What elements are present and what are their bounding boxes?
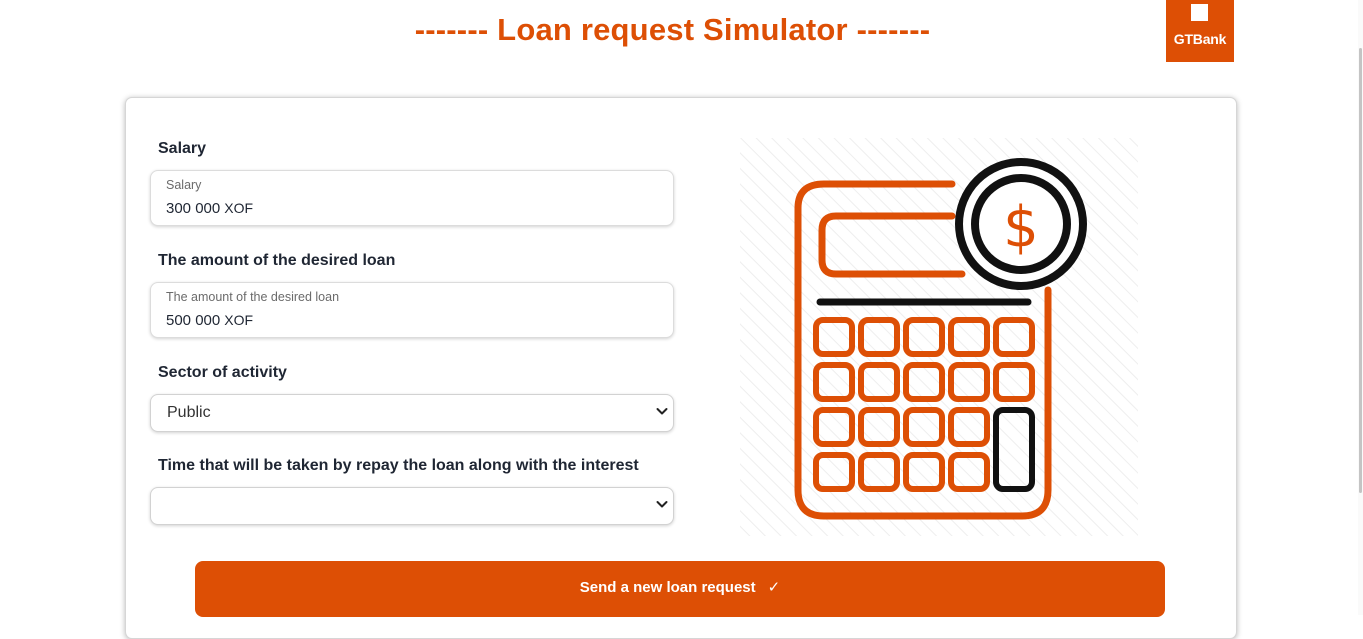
salary-amount: 300 000 [166, 200, 221, 217]
send-loan-request-button[interactable]: Send a new loan request ✓ [195, 561, 1165, 617]
sector-select[interactable]: Public [150, 394, 674, 432]
loan-amount-placeholder: The amount of the desired loan [166, 290, 340, 304]
salary-value[interactable]: 300 000 XOF [166, 200, 253, 217]
salary-label: Salary [158, 140, 207, 157]
sector-selected-value: Public [167, 404, 211, 421]
scrollbar-thumb[interactable] [1359, 48, 1362, 493]
page-title: ------- Loan request Simulator ------- [414, 12, 931, 47]
svg-text:$: $ [1003, 195, 1039, 260]
logo-text: GTBank [1173, 31, 1227, 47]
salary-currency: XOF [224, 200, 254, 216]
loan-form-card: Salary Salary 300 000 XOF The amount of t… [125, 97, 1237, 639]
salary-placeholder: Salary [166, 178, 202, 192]
loan-amount-value[interactable]: 500 000 XOF [166, 312, 253, 329]
sector-label: Sector of activity [158, 364, 287, 381]
loan-amount-currency: XOF [224, 312, 254, 328]
logo-square-icon [1191, 4, 1208, 21]
send-loan-request-label: Send a new loan request [579, 579, 756, 596]
repay-time-select[interactable] [150, 487, 674, 525]
page-scrollbar[interactable] [1358, 0, 1363, 615]
loan-amount-input[interactable]: The amount of the desired loan 500 000 XO… [150, 282, 674, 338]
gtbank-logo[interactable]: GTBank [1166, 0, 1234, 62]
loan-amount: 500 000 [166, 312, 221, 329]
loan-amount-label: The amount of the desired loan [158, 252, 396, 269]
chevron-down-icon [656, 501, 668, 508]
check-icon: ✓ [767, 579, 781, 596]
calculator-dollar-icon: $ [740, 138, 1138, 536]
chevron-down-icon [656, 408, 668, 415]
salary-input[interactable]: Salary 300 000 XOF [150, 170, 674, 226]
repay-time-label: Time that will be taken by repay the loa… [158, 457, 639, 474]
